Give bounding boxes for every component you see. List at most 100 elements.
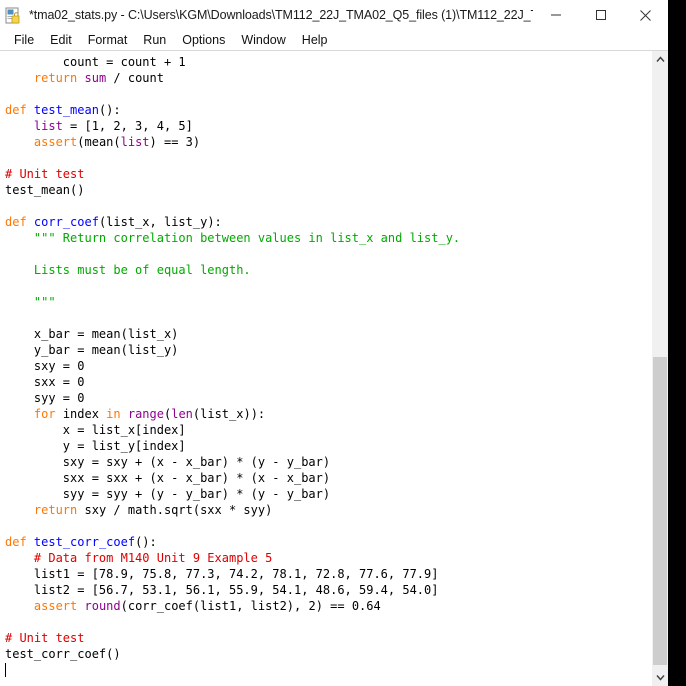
- code-token: """ Return correlation between values in…: [5, 231, 461, 245]
- window-title: *tma02_stats.py - C:\Users\KGM\Downloads…: [29, 8, 533, 22]
- scroll-up-arrow[interactable]: [652, 51, 668, 68]
- code-token: Lists must be of equal length.: [5, 263, 251, 277]
- code-line: test_corr_coef(): [5, 646, 651, 662]
- code-token: test_corr_coef: [33, 535, 136, 549]
- code-token: round: [84, 599, 121, 613]
- code-token: # Data from M140 Unit 9 Example 5: [33, 551, 273, 565]
- text-caret: [5, 663, 6, 677]
- code-token: test_mean: [33, 103, 99, 117]
- code-line: y = list_y[index]: [5, 438, 651, 454]
- code-line: # Unit test: [5, 630, 651, 646]
- code-line: y_bar = mean(list_y): [5, 342, 651, 358]
- code-token: return: [33, 503, 78, 517]
- vertical-scrollbar[interactable]: [651, 51, 668, 686]
- code-token: def: [5, 215, 27, 229]
- code-line: x_bar = mean(list_x): [5, 326, 651, 342]
- code-token: return: [33, 71, 78, 85]
- code-token: sxx = 0: [5, 375, 85, 389]
- code-line: Lists must be of equal length.: [5, 262, 651, 278]
- code-token: sum: [84, 71, 107, 85]
- code-token: range: [127, 407, 164, 421]
- code-token: (list_x)):: [192, 407, 266, 421]
- code-token: # Unit test: [5, 631, 85, 645]
- screen-right-edge-strip: [668, 0, 686, 686]
- code-token: y = list_y[index]: [5, 439, 186, 453]
- close-button[interactable]: [623, 0, 668, 30]
- code-token: (mean(: [77, 135, 121, 149]
- code-token: ) == 3): [149, 135, 201, 149]
- code-line: # Data from M140 Unit 9 Example 5: [5, 550, 651, 566]
- code-line: """ Return correlation between values in…: [5, 230, 651, 246]
- code-line: for index in range(len(list_x)):: [5, 406, 651, 422]
- code-line: syy = syy + (y - y_bar) * (y - y_bar): [5, 486, 651, 502]
- maximize-button[interactable]: [578, 0, 623, 30]
- text-caret-line: [5, 662, 651, 678]
- code-line: list2 = [56.7, 53.1, 56.1, 55.9, 54.1, 4…: [5, 582, 651, 598]
- menu-item-options[interactable]: Options: [174, 31, 233, 49]
- menu-item-edit[interactable]: Edit: [42, 31, 80, 49]
- code-token: # Unit test: [5, 167, 85, 181]
- menu-item-window[interactable]: Window: [233, 31, 293, 49]
- code-token: ():: [98, 103, 121, 117]
- code-token: list1 = [78.9, 75.8, 77.3, 74.2, 78.1, 7…: [5, 567, 439, 581]
- idle-editor-window: *tma02_stats.py - C:\Users\KGM\Downloads…: [0, 0, 668, 686]
- code-line: sxy = sxy + (x - x_bar) * (y - y_bar): [5, 454, 651, 470]
- code-line: sxx = 0: [5, 374, 651, 390]
- editor-area: count = count + 1 return sum / count def…: [0, 51, 668, 686]
- code-line: syy = 0: [5, 390, 651, 406]
- code-token: assert: [33, 135, 78, 149]
- code-token: corr_coef: [33, 215, 99, 229]
- code-line: list = [1, 2, 3, 4, 5]: [5, 118, 651, 134]
- code-token: x = list_x[index]: [5, 423, 186, 437]
- menu-item-help[interactable]: Help: [294, 31, 336, 49]
- menu-item-format[interactable]: Format: [80, 31, 136, 49]
- code-line: x = list_x[index]: [5, 422, 651, 438]
- code-text-area[interactable]: count = count + 1 return sum / count def…: [0, 51, 651, 686]
- menu-bar: File Edit Format Run Options Window Help: [0, 30, 668, 51]
- code-token: for: [33, 407, 56, 421]
- code-line: assert(mean(list) == 3): [5, 134, 651, 150]
- title-bar[interactable]: *tma02_stats.py - C:\Users\KGM\Downloads…: [0, 0, 668, 30]
- code-line: def test_corr_coef():: [5, 534, 651, 550]
- menu-item-file[interactable]: File: [6, 31, 42, 49]
- code-line: def test_mean():: [5, 102, 651, 118]
- code-token: (list_x, list_y):: [98, 215, 222, 229]
- menu-item-run[interactable]: Run: [135, 31, 174, 49]
- code-token: sxx = sxx + (x - x_bar) * (x - x_bar): [5, 471, 331, 485]
- minimize-button[interactable]: [533, 0, 578, 30]
- code-token: (corr_coef(list1, list2), 2) == 0.64: [120, 599, 381, 613]
- code-token: count = count + 1: [5, 55, 186, 69]
- code-token: sxy = 0: [5, 359, 85, 373]
- code-token: index: [55, 407, 107, 421]
- code-line: assert round(corr_coef(list1, list2), 2)…: [5, 598, 651, 614]
- code-line: """: [5, 294, 651, 310]
- code-token: x_bar = mean(list_x): [5, 327, 179, 341]
- code-token: ():: [135, 535, 157, 549]
- scroll-down-arrow[interactable]: [652, 669, 668, 686]
- code-token: y_bar = mean(list_y): [5, 343, 179, 357]
- code-token: len: [171, 407, 193, 421]
- code-token: """: [5, 295, 56, 309]
- code-token: syy = syy + (y - y_bar) * (y - y_bar): [5, 487, 331, 501]
- code-line: def corr_coef(list_x, list_y):: [5, 214, 651, 230]
- code-line: count = count + 1: [5, 54, 651, 70]
- code-line: return sxy / math.sqrt(sxx * syy): [5, 502, 651, 518]
- scrollbar-thumb[interactable]: [653, 357, 667, 665]
- python-idle-file-icon: [5, 7, 22, 24]
- code-line: sxy = 0: [5, 358, 651, 374]
- code-token: = [1, 2, 3, 4, 5]: [62, 119, 193, 133]
- code-line: sxx = sxx + (x - x_bar) * (x - x_bar): [5, 470, 651, 486]
